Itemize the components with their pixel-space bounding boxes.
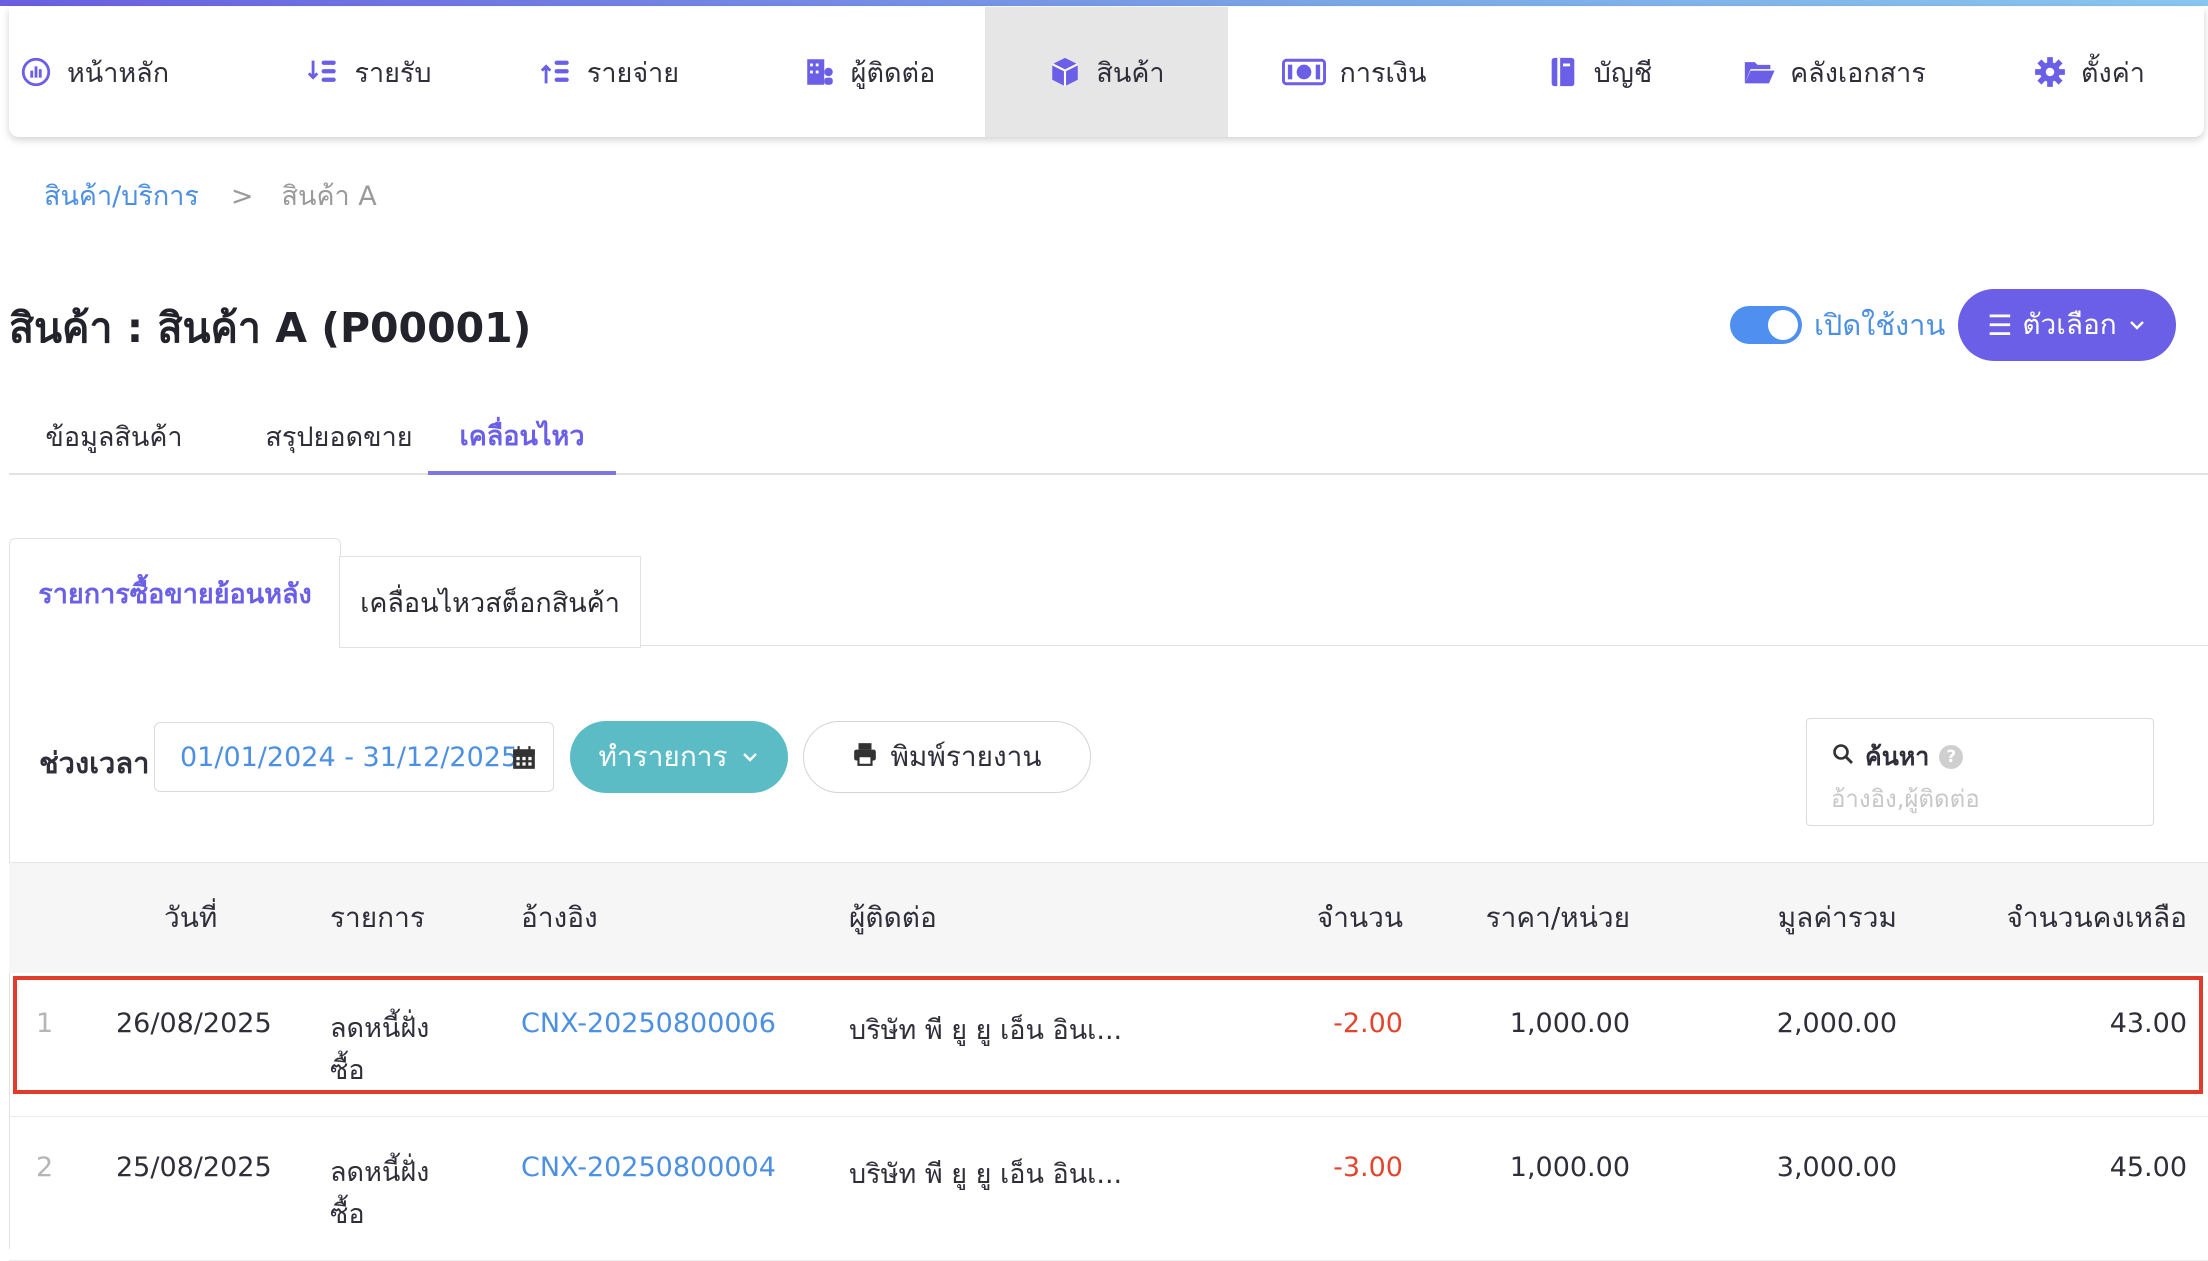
options-button[interactable]: ☰ ตัวเลือก <box>1958 289 2176 361</box>
breadcrumb-separator: > <box>230 181 254 212</box>
money-icon <box>1281 55 1326 89</box>
col-date[interactable]: วันที่ <box>164 863 217 973</box>
row-date: 25/08/2025 <box>116 1152 272 1183</box>
nav-label: สินค้า <box>1096 57 1165 89</box>
tab-movement[interactable]: เคลื่อนไหว <box>428 400 616 475</box>
nav-label: ตั้งค่า <box>2081 57 2145 89</box>
date-range-input[interactable]: 01/01/2024 - 31/12/2025 <box>154 722 554 792</box>
building-contacts-icon <box>803 55 837 89</box>
col-total[interactable]: มูลค่ารวม <box>1669 863 1897 973</box>
row-item-line1: ลดหนี้ฝั่ง <box>330 1157 430 1188</box>
printer-icon <box>852 741 878 774</box>
print-report-button[interactable]: พิมพ์รายงาน <box>803 721 1091 793</box>
ledger-book-icon <box>1546 55 1580 89</box>
search-box[interactable]: ค้นหา ? อ้างอิง,ผู้ติดต่อ <box>1806 718 2154 826</box>
search-header: ค้นหา ? <box>1831 737 1964 777</box>
table-header: วันที่ รายการ อ้างอิง ผู้ติดต่อ จำนวน รา… <box>9 862 2208 973</box>
search-placeholder: อ้างอิง,ผู้ติดต่อ <box>1831 785 1980 813</box>
col-remaining[interactable]: จำนวนคงเหลือ <box>1909 863 2187 973</box>
expense-list-icon <box>539 55 573 89</box>
main-navbar: หน้าหลัก รายรับ รายจ่าย ผู้ติดต่อ สินค้า… <box>9 7 2204 137</box>
nav-label: บัญชี <box>1593 57 1653 89</box>
make-transaction-label: ทำรายการ <box>598 740 728 773</box>
active-toggle[interactable] <box>1730 306 1802 344</box>
active-toggle-label: เปิดใช้งาน <box>1814 308 1946 342</box>
calendar-icon <box>511 745 537 771</box>
income-list-icon <box>306 55 340 89</box>
row-reference-link[interactable]: CNX-20250800004 <box>521 1152 776 1183</box>
subtab-transaction-history[interactable]: รายการซื้อขายย้อนหลัง <box>9 538 341 647</box>
row-contact: บริษัท พี ยู ยู เอ็น อินเ... <box>849 1159 1123 1190</box>
search-label: ค้นหา <box>1865 742 1930 771</box>
row-highlight-frame <box>13 976 2203 1094</box>
search-icon <box>1831 742 1855 772</box>
row-item: ลดหนี้ฝั่ง ซื้อ <box>330 1152 429 1236</box>
row-item-line2: ซื้อ <box>330 1199 365 1230</box>
folder-icon <box>1742 55 1776 89</box>
tab-sales-summary[interactable]: สรุปยอดขาย <box>234 400 444 473</box>
chevron-down-icon <box>2127 309 2147 342</box>
date-range-value: 01/01/2024 - 31/12/2025 <box>180 741 519 773</box>
row-remaining: 45.00 <box>2109 1152 2187 1183</box>
dashboard-chart-icon <box>19 55 53 89</box>
help-icon[interactable]: ? <box>1939 745 1964 769</box>
nav-item-products[interactable]: สินค้า <box>985 7 1228 137</box>
toggle-knob <box>1768 310 1798 340</box>
nav-label: คลังเอกสาร <box>1790 57 1926 89</box>
nav-item-accounting[interactable]: บัญชี <box>1529 7 1669 137</box>
print-report-label: พิมพ์รายงาน <box>890 740 1042 773</box>
row-unit-price: 1,000.00 <box>1509 1152 1630 1183</box>
nav-label: ผู้ติดต่อ <box>850 57 936 89</box>
nav-label: รายรับ <box>354 57 432 89</box>
nav-item-contacts[interactable]: ผู้ติดต่อ <box>759 7 979 137</box>
nav-item-documents[interactable]: คลังเอกสาร <box>1734 7 1934 137</box>
product-tabs: ข้อมูลสินค้า สรุปยอดขาย เคลื่อนไหว <box>9 400 2208 475</box>
nav-label: การเงิน <box>1339 57 1427 89</box>
breadcrumb-parent-link[interactable]: สินค้า/บริการ <box>44 181 199 212</box>
active-toggle-group: เปิดใช้งาน <box>1730 302 1945 348</box>
col-contact[interactable]: ผู้ติดต่อ <box>849 863 937 973</box>
options-label: ตัวเลือก <box>2022 308 2117 341</box>
tab-product-info[interactable]: ข้อมูลสินค้า <box>9 400 219 473</box>
col-quantity[interactable]: จำนวน <box>1209 863 1403 973</box>
gear-icon <box>2033 55 2067 89</box>
row-number: 2 <box>36 1152 54 1183</box>
subtab-stock-movement[interactable]: เคลื่อนไหวสต็อกสินค้า <box>339 556 641 648</box>
box-icon <box>1048 55 1082 89</box>
table-row[interactable]: 2 25/08/2025 ลดหนี้ฝั่ง ซื้อ CNX-2025080… <box>9 1116 2208 1261</box>
row-quantity: -3.00 <box>1333 1152 1403 1183</box>
menu-lines-icon: ☰ <box>1987 308 2013 342</box>
page-title: สินค้า : สินค้า A (P00001) <box>9 304 532 352</box>
col-unit-price[interactable]: ราคา/หน่วย <box>1429 863 1630 973</box>
nav-label: รายจ่าย <box>586 57 680 89</box>
nav-item-income[interactable]: รายรับ <box>269 7 469 137</box>
col-reference[interactable]: อ้างอิง <box>521 863 598 973</box>
col-item[interactable]: รายการ <box>330 863 425 973</box>
row-total: 3,000.00 <box>1776 1152 1897 1183</box>
breadcrumb: สินค้า/บริการ > สินค้า A <box>44 174 377 217</box>
breadcrumb-current: สินค้า A <box>281 181 377 212</box>
period-label: ช่วงเวลา <box>39 746 150 780</box>
chevron-down-icon <box>740 741 760 774</box>
nav-item-expense[interactable]: รายจ่าย <box>509 7 709 137</box>
top-accent-bar <box>0 0 2208 6</box>
nav-label: หน้าหลัก <box>66 57 170 89</box>
nav-item-finance[interactable]: การเงิน <box>1259 7 1449 137</box>
nav-item-settings[interactable]: ตั้งค่า <box>2009 7 2169 137</box>
make-transaction-button[interactable]: ทำรายการ <box>570 721 788 793</box>
nav-item-home[interactable]: หน้าหลัก <box>9 7 179 137</box>
